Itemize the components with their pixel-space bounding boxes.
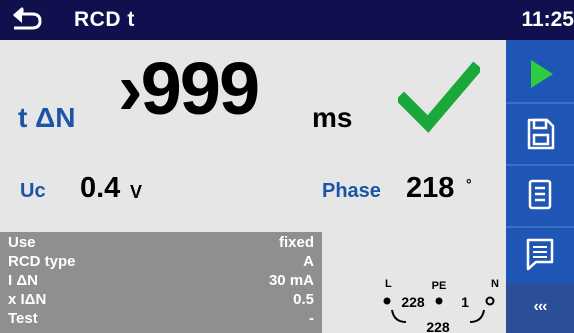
param-name: Test [8,310,38,327]
param-name: I ΔN [8,272,38,289]
voltage-l-pe: 228 [401,294,425,310]
view-list-button[interactable] [506,168,574,224]
uc-unit: V [130,182,143,202]
title-bar: RCD t 11:25 [0,0,574,40]
voltage-l-n: 228 [426,319,450,333]
uc-value: 0.4 [80,172,121,204]
sidebar-divider [506,164,574,166]
param-value: fixed [278,234,314,251]
l-n-bracket-left [391,309,407,323]
param-name: RCD type [8,253,76,270]
back-arrow-icon[interactable] [8,6,44,34]
start-test-button[interactable] [506,44,574,100]
l-n-bracket-right [469,309,485,323]
terminal-n-dot [485,296,495,306]
param-row-test: Test - [8,310,314,327]
param-row-use: Use fixed [8,234,314,251]
param-row-multiplier: x IΔN 0.5 [8,291,314,308]
param-value: 30 mA [268,272,314,289]
play-icon [531,60,553,88]
parameters-panel: Use fixed RCD type A I ΔN 30 mA x IΔN 0.… [0,232,322,333]
phase-label: Phase [322,180,381,202]
save-icon [527,118,555,150]
param-row-i-dn: I ΔN 30 mA [8,272,314,289]
page-title: RCD t [74,8,135,31]
terminal-pe-dot [435,297,443,305]
checkmark-icon [398,61,480,133]
result-value: ›999 [118,47,260,130]
terminal-voltage-diagram: L PE N 228 1 228 [383,278,499,333]
terminal-l-label: L [385,278,392,290]
comment-icon [526,238,554,271]
terminal-l-dot [383,297,391,305]
terminal-n-label: N [491,278,499,290]
phase-value: 218 [406,172,455,204]
more-arrows-icon: ‹‹‹ [533,298,548,315]
param-value: - [309,310,314,327]
terminal-pe-label: PE [432,280,447,292]
result-unit: ms [312,102,353,133]
param-row-rcd-type: RCD type A [8,253,314,270]
phase-unit: ° [466,176,472,192]
sidebar-divider [506,102,574,104]
param-value: A [303,253,314,270]
action-sidebar: ‹‹‹ [506,40,574,333]
save-button[interactable] [506,106,574,162]
param-name: Use [8,234,36,251]
uc-label: Uc [20,180,46,202]
voltage-pe-n: 1 [461,294,469,310]
param-name: x IΔN [8,291,47,308]
list-icon [528,179,552,210]
clock: 11:25 [521,8,574,31]
result-label: t ΔN [18,102,76,133]
more-options-button[interactable]: ‹‹‹ [506,284,574,333]
param-value: 0.5 [293,291,314,308]
measurement-panel: t ΔN ›999 ms Uc 0.4 V Phase 218 ° Use fi… [0,40,506,333]
comment-button[interactable] [506,228,574,284]
